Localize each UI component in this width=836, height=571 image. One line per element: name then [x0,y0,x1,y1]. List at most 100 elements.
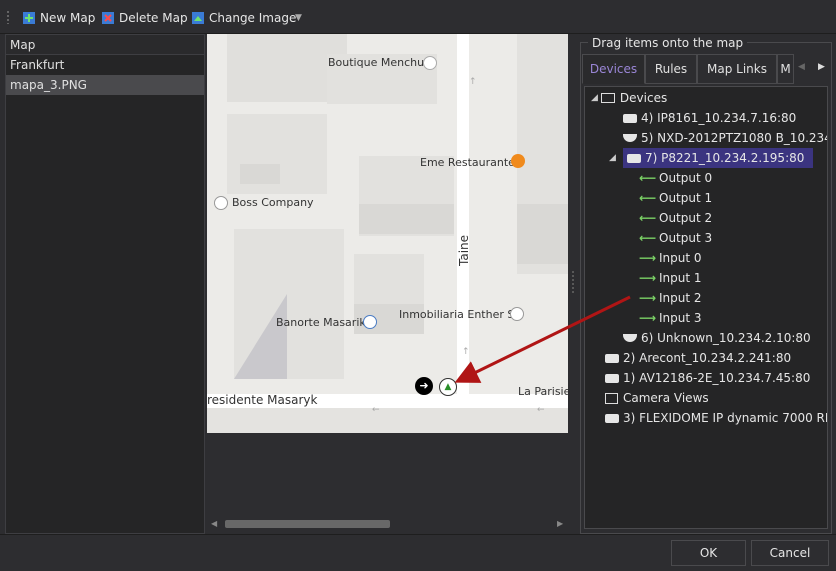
restaurant-icon [511,154,525,168]
svg-text:←: ← [537,405,545,415]
svg-text:↑: ↑ [462,347,470,357]
tab-more[interactable]: M [777,54,794,84]
tree-label: 1) AV12186-2E_10.234.7.45:80 [623,371,811,385]
svg-text:←: ← [372,405,380,415]
tree-label: 5) NXD-2012PTZ1080 B_10.234.99... [641,131,827,145]
tree-node-camera[interactable]: 2) Arecont_10.234.2.241:80 [585,348,827,368]
input-marker-icon[interactable]: ▲ [439,378,457,396]
link-arrow-icon[interactable]: ➜ [415,377,433,395]
camera-icon [623,113,637,123]
map-label-boss: Boss Company [232,196,314,209]
tree-label: 4) IP8161_10.234.7.16:80 [641,111,797,125]
tab-scroll-right-icon[interactable]: ▶ [818,62,825,72]
camera-icon [627,153,641,163]
scroll-right-icon[interactable]: ▶ [557,519,563,528]
tree-label: Input 2 [659,291,702,305]
devices-panel: Drag items onto the map Devices Rules Ma… [580,34,832,534]
change-image-icon [191,11,205,25]
tree-node-camera[interactable]: 3) FLEXIDOME IP dynamic 7000 RD_1... [585,408,827,428]
dome-camera-icon [623,134,637,142]
tree-node-devices[interactable]: ◢ Devices [585,88,827,108]
scroll-left-icon[interactable]: ◀ [211,519,217,528]
toolbar: New Map Delete Map Change Image ▼ [0,0,836,34]
tab-scroll-left-icon[interactable]: ◀ [798,62,805,72]
change-image-button[interactable]: Change Image [191,8,296,28]
delete-map-icon [101,11,115,25]
output-arrow-icon: ⟵ [639,231,657,245]
toolbar-grip[interactable] [6,10,10,24]
tree-node-camera[interactable]: 4) IP8161_10.234.7.16:80 [585,108,827,128]
scrollbar-thumb[interactable] [225,520,390,528]
map-label-inmobiliaria: Inmobiliaria Enther Sa [399,308,522,321]
map-list-header: Map [6,35,204,55]
tree-node-input[interactable]: ⟶ Input 0 [585,248,827,268]
tree-node-output[interactable]: ⟵ Output 1 [585,188,827,208]
camera-icon [605,373,619,383]
map-image[interactable]: ↑ ↑ ← ← Boutique Menchu Eme Restaurante … [207,34,568,433]
tree-node-input[interactable]: ⟶ Input 2 [585,288,827,308]
tree-label: 6) Unknown_10.234.2.10:80 [641,331,811,345]
svg-text:↑: ↑ [469,77,477,87]
splitter-grip[interactable] [571,270,575,294]
input-arrow-icon: ⟶ [639,271,657,285]
tree-label: Input 0 [659,251,702,265]
toolbar-overflow-chevron-icon[interactable]: ▼ [295,13,302,23]
bank-icon [363,315,377,329]
expand-icon[interactable]: ◢ [591,88,598,108]
tree-node-camera[interactable]: 1) AV12186-2E_10.234.7.45:80 [585,368,827,388]
tree-label: 7) P8221_10.234.2.195:80 [645,151,805,165]
tree-label: Output 3 [659,231,713,245]
poi-icon [510,307,524,321]
delete-map-button[interactable]: Delete Map [101,8,188,28]
dome-camera-icon [623,334,637,342]
map-label-banorte: Banorte Masarik [276,316,366,329]
tree-node-input[interactable]: ⟶ Input 3 [585,308,827,328]
output-arrow-icon: ⟵ [639,211,657,225]
tree-node-output[interactable]: ⟵ Output 0 [585,168,827,188]
tree-node-output[interactable]: ⟵ Output 3 [585,228,827,248]
tree-node-camera[interactable]: ◢ 7) P8221_10.234.2.195:80 [585,148,827,168]
tab-rules[interactable]: Rules [645,54,697,84]
tree-label: 2) Arecont_10.234.2.241:80 [623,351,792,365]
ok-button[interactable]: OK [671,540,746,566]
new-map-label: New Map [40,11,96,25]
tree-node-camera[interactable]: 6) Unknown_10.234.2.10:80 [585,328,827,348]
tree-node-input[interactable]: ⟶ Input 1 [585,268,827,288]
map-graphic: ↑ ↑ ← ← [207,34,568,433]
tab-devices[interactable]: Devices [582,54,645,84]
delete-map-label: Delete Map [119,11,188,25]
camera-icon [605,353,619,363]
tree-node-selected[interactable]: 7) P8221_10.234.2.195:80 [623,148,813,168]
cancel-button[interactable]: Cancel [751,540,829,566]
map-list-item[interactable]: Frankfurt [6,55,204,75]
map-label-taine: Taine [457,234,471,266]
tree-node-output[interactable]: ⟵ Output 2 [585,208,827,228]
panel-tabs: Devices Rules Map Links M ◀ ▶ [582,54,830,84]
tree-label: Input 3 [659,311,702,325]
tree-label: Output 1 [659,191,713,205]
dialog-footer: OK Cancel [0,534,836,571]
tree-label: Output 0 [659,171,713,185]
poi-icon [214,196,228,210]
map-list: Map Frankfurt mapa_3.PNG [5,34,205,534]
map-list-item[interactable]: mapa_3.PNG [6,75,204,95]
map-label-eme: Eme Restaurante [420,156,515,169]
new-map-button[interactable]: New Map [22,8,95,28]
tree-node-camera-views[interactable]: Camera Views [585,388,827,408]
output-arrow-icon: ⟵ [639,171,657,185]
tree-node-camera[interactable]: 5) NXD-2012PTZ1080 B_10.234.99... [585,128,827,148]
panel-title: Drag items onto the map [588,36,748,50]
tree-label: Camera Views [623,391,709,405]
tree-label: Devices [619,91,668,105]
input-arrow-icon: ⟶ [639,291,657,305]
map-label-masaryk: residente Masaryk [207,393,318,407]
map-horizontal-scrollbar[interactable]: ◀ ▶ [207,517,569,531]
tree-label: Input 1 [659,271,702,285]
map-label-boutique: Boutique Menchu [328,56,425,69]
output-arrow-icon: ⟵ [639,191,657,205]
tab-map-links[interactable]: Map Links [697,54,777,84]
camera-icon [605,413,619,423]
device-tree: ◢ Devices 4) IP8161_10.234.7.16:80 5) NX… [584,86,828,529]
expand-icon[interactable]: ◢ [609,148,620,168]
tree-label: 3) FLEXIDOME IP dynamic 7000 RD_1... [623,411,827,425]
